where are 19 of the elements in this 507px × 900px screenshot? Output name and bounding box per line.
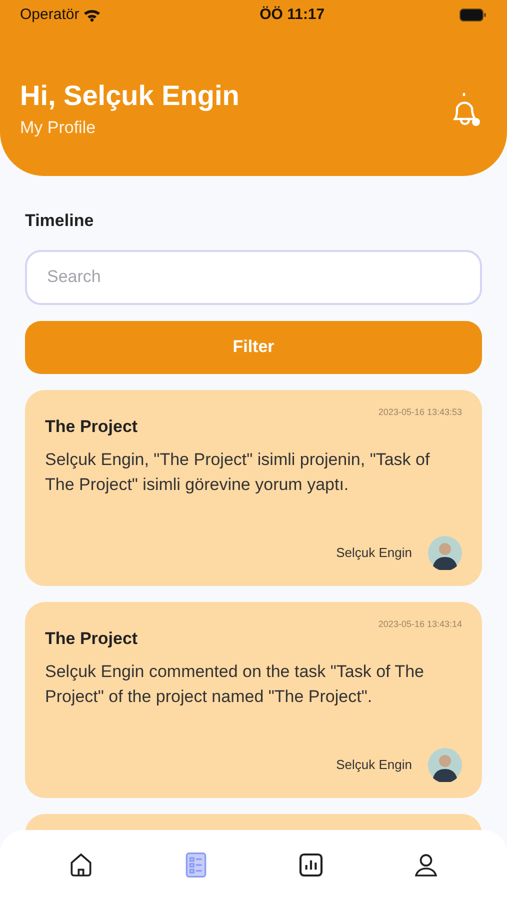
carrier-text: Operatör [20, 4, 80, 25]
clock-text: ÖÖ 11:17 [260, 4, 325, 25]
card-message: Selçuk Engin commented on the task "Task of The Project" of the project named "The Project". [45, 661, 425, 708]
card-message: Selçuk Engin, "The Project" isimli projenin, "Task of The Project" isimli görevine yorum yaptı. [45, 449, 431, 496]
card-title: The Project [45, 416, 138, 438]
battery-icon [459, 8, 487, 22]
timestamp-text: 2023-05-16 13:43:14 [378, 618, 462, 630]
wifi-icon [83, 8, 102, 22]
avatar [428, 536, 462, 570]
timestamp-text: 2023-05-16 13:43:53 [378, 406, 462, 418]
author-name: Selçuk Engin [336, 544, 412, 562]
author-name: Selçuk Engin [336, 756, 412, 774]
card-title: The Project [45, 628, 138, 650]
avatar [428, 748, 462, 782]
greeting-title: Hi, Selçuk Engin [20, 79, 240, 113]
search-field[interactable]: Search [25, 250, 482, 304]
section-title: Timeline [25, 210, 95, 232]
timeline-card[interactable]: The Project 2023-05-16 13:43:14 Selçuk Engin commented on the task "Task of The Project" of the project named "The Project". Selçuk Engin [25, 602, 482, 798]
timeline-card[interactable]: The Project 2023-05-16 13:43:53 Selçuk Engin, "The Project" isimli projenin, "Task of The Project" isimli görevine yorum yaptı. Selçuk Engin [25, 390, 482, 586]
